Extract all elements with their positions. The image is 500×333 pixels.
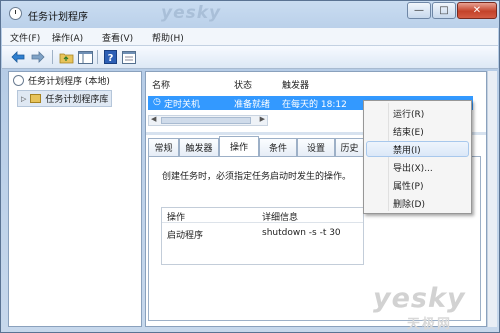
scroll-right-icon[interactable]: ▶ <box>260 115 265 123</box>
window-title: 任务计划程序 <box>28 12 88 23</box>
tab-actions[interactable]: 操作 <box>219 136 259 156</box>
forward-arrow-icon[interactable] <box>30 49 46 65</box>
column-header-detail[interactable]: 详细信息 <box>262 210 298 223</box>
yesky-logo: yesky 天极网 <box>373 283 497 332</box>
logo-text: yesky <box>373 283 466 314</box>
toolbar: ? <box>2 46 498 69</box>
task-icon: ◷ <box>153 97 161 107</box>
menu-bar: 文件(F) 操作(A) 查看(V) 帮助(H) <box>2 28 498 46</box>
properties-icon[interactable] <box>121 49 137 65</box>
scroll-left-icon[interactable]: ◀ <box>151 115 156 123</box>
menu-action[interactable]: 操作(A) <box>52 31 83 44</box>
tree-item-label: 任务计划程序库 <box>45 95 109 105</box>
clock-icon <box>9 7 22 20</box>
column-header-trigger[interactable]: 触发器 <box>282 78 309 91</box>
header-watermark: yesky <box>161 3 222 23</box>
folder-icon <box>30 94 42 103</box>
minimize-button[interactable]: — <box>407 2 431 19</box>
expand-arrow-icon[interactable]: ▷ <box>21 95 26 103</box>
show-hide-tree-icon[interactable] <box>77 49 93 65</box>
tab-conditions[interactable]: 条件 <box>259 138 297 156</box>
tree-root-label: 任务计划程序 (本地) <box>28 77 110 87</box>
menu-view[interactable]: 查看(V) <box>102 31 133 44</box>
logo-subtext: 天极网 <box>407 317 453 332</box>
tab-history[interactable]: 历史 <box>335 138 364 156</box>
column-header-name[interactable]: 名称 <box>152 78 170 91</box>
menu-file[interactable]: 文件(F) <box>10 31 40 44</box>
tree-item-task-library[interactable]: ▷ 任务计划程序库 <box>17 90 113 107</box>
task-status: 准备就绪 <box>234 100 271 110</box>
column-header-action[interactable]: 操作 <box>167 210 185 223</box>
actions-description: 创建任务时，必须指定任务启动时发生的操作。 <box>162 172 352 182</box>
tree-root[interactable]: 任务计划程序 (本地) <box>13 74 110 87</box>
svg-text:?: ? <box>107 53 113 64</box>
action-type[interactable]: 启动程序 <box>167 228 203 241</box>
column-header-status[interactable]: 状态 <box>234 78 252 91</box>
horizontal-scrollbar[interactable]: ◀ ▶ <box>148 115 268 126</box>
action-detail[interactable]: shutdown -s -t 30 <box>262 228 341 238</box>
navigation-tree-panel <box>8 71 142 327</box>
menu-item-export[interactable]: 导出(X)... <box>366 159 469 175</box>
tab-settings[interactable]: 设置 <box>297 138 335 156</box>
help-icon[interactable]: ? <box>102 49 118 65</box>
tab-general[interactable]: 常规 <box>148 138 179 156</box>
tab-triggers[interactable]: 触发器 <box>179 138 219 156</box>
menu-item-end[interactable]: 结束(E) <box>366 123 469 139</box>
menu-item-delete[interactable]: 删除(D) <box>366 195 469 211</box>
menu-item-properties[interactable]: 属性(P) <box>366 177 469 193</box>
detail-tabs: 常规 触发器 操作 条件 设置 历史 <box>148 136 364 156</box>
maximize-button[interactable]: □ <box>432 2 456 19</box>
menu-item-run[interactable]: 运行(R) <box>366 105 469 121</box>
menu-item-disable[interactable]: 禁用(I) <box>366 141 469 157</box>
task-name: 定时关机 <box>164 100 201 110</box>
actions-table: 操作 详细信息 启动程序 shutdown -s -t 30 <box>161 207 364 265</box>
folder-up-icon[interactable] <box>58 49 74 65</box>
context-menu: 运行(R) 结束(E) 禁用(I) 导出(X)... 属性(P) 删除(D) <box>363 100 472 214</box>
task-trigger: 在每天的 18:12 <box>282 100 347 110</box>
toolbar-separator <box>52 50 53 64</box>
main-window: 任务计划程序 yesky — □ ✕ 文件(F) 操作(A) 查看(V) 帮助(… <box>0 0 500 333</box>
title-bar[interactable]: 任务计划程序 yesky — □ ✕ <box>1 1 499 27</box>
actions-table-header: 操作 详细信息 <box>162 208 363 223</box>
toolbar-separator <box>97 50 98 64</box>
close-button[interactable]: ✕ <box>457 2 497 19</box>
scroll-thumb[interactable] <box>161 117 251 124</box>
menu-help[interactable]: 帮助(H) <box>152 31 184 44</box>
back-arrow-icon[interactable] <box>10 49 26 65</box>
clock-icon <box>13 75 24 86</box>
